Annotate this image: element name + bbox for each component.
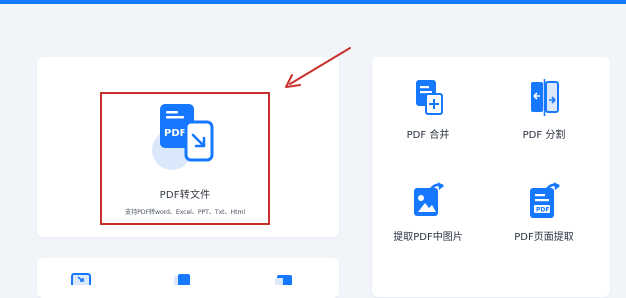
pdf-split-label: PDF 分割 [522,130,566,141]
pdf-merge-label: PDF 合并 [406,130,450,141]
pdf-tool-icon[interactable] [71,272,91,285]
extract-page-icon: PDF [530,182,560,218]
svg-text:PDF: PDF [536,207,549,214]
extract-image-label: 提取PDF中图片 [393,232,463,243]
pdf-merge-button[interactable]: PDF 合并 [383,78,473,141]
top-accent-bar [0,0,626,4]
annotation-arrow-icon [285,47,351,88]
pdf-tool-icon[interactable] [274,272,294,285]
pdf-split-icon [531,79,559,116]
pdf-split-button[interactable]: PDF 分割 [499,78,589,141]
extract-image-button[interactable]: 提取PDF中图片 [383,180,473,243]
pdf-merge-icon [416,80,443,115]
extract-page-button[interactable]: PDF PDF页面提取 [499,180,589,243]
extract-page-label: PDF页面提取 [514,232,574,243]
pdf-tool-icon[interactable] [173,272,193,285]
annotation-highlight-box [100,92,270,225]
extract-image-icon [414,182,444,216]
